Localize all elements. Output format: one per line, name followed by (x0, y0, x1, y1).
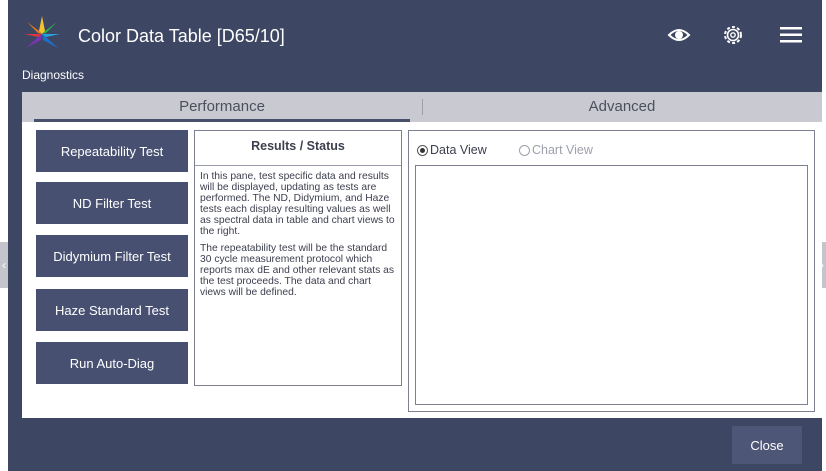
nd-filter-test-button[interactable]: ND Filter Test (36, 182, 188, 224)
hamburger-menu-icon[interactable] (778, 22, 804, 48)
data-view-pane: Data View Chart View (408, 130, 815, 412)
status-description: In this pane, test specific data and res… (200, 171, 396, 304)
window-title: Color Data Table [D65/10] (78, 26, 285, 46)
status-paragraph: In this pane, test specific data and res… (200, 171, 395, 237)
status-paragraph: The repeatability test will be the stand… (200, 243, 395, 298)
repeatability-test-button[interactable]: Repeatability Test (36, 130, 188, 172)
diagnostics-panel: Performance Advanced Repeatability Test … (22, 92, 822, 418)
app-window: Color Data Table [D65/10] Diagnostics Pe… (8, 0, 822, 471)
haze-standard-test-button[interactable]: Haze Standard Test (36, 289, 188, 331)
run-auto-diag-button[interactable]: Run Auto-Diag (36, 342, 188, 384)
chart-view-label: Chart View (532, 143, 593, 157)
radio-unselected-icon (519, 144, 530, 156)
close-button[interactable]: Close (732, 426, 802, 464)
chart-view-radio[interactable]: Chart View (519, 143, 593, 157)
didymium-filter-test-button[interactable]: Didymium Filter Test (36, 235, 188, 277)
tab-bar: Performance Advanced (22, 92, 822, 122)
tab-advanced[interactable]: Advanced (422, 92, 822, 122)
logo-icon (24, 16, 60, 48)
data-view-area (415, 165, 808, 405)
gear-icon[interactable] (720, 22, 746, 48)
radio-selected-icon (417, 144, 428, 156)
tab-performance[interactable]: Performance (22, 92, 422, 122)
data-view-label: Data View (430, 143, 487, 157)
status-divider (195, 165, 401, 166)
results-status-pane: Results / Status In this pane, test spec… (194, 130, 402, 386)
eye-icon[interactable] (666, 22, 692, 48)
results-status-heading: Results / Status (251, 139, 345, 153)
left-edge-arrow-icon[interactable]: ‹ (0, 242, 8, 288)
section-title: Diagnostics (22, 68, 85, 82)
title-bar: Color Data Table [D65/10] (8, 0, 822, 68)
tab-selected-indicator (34, 119, 410, 122)
data-view-radio[interactable]: Data View (417, 143, 487, 157)
